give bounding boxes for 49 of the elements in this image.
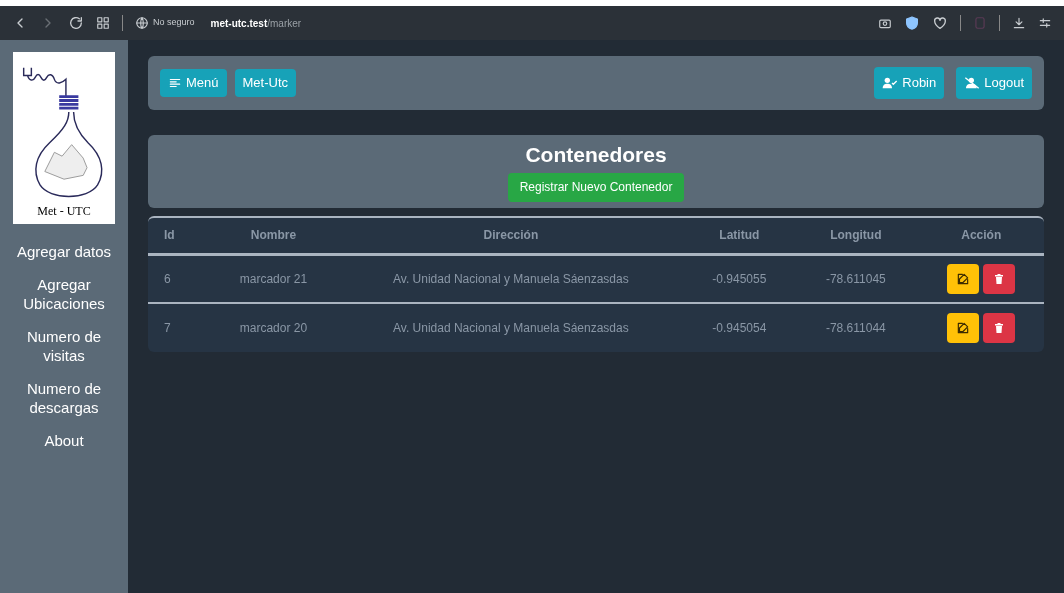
- user-slash-icon: [964, 75, 981, 91]
- sidebar-link[interactable]: About: [8, 431, 120, 450]
- menu-icon: [168, 76, 182, 90]
- shield-icon[interactable]: [904, 15, 920, 31]
- sidebar-link[interactable]: Numero de visitas: [8, 327, 120, 365]
- edit-icon: [956, 271, 971, 286]
- column-header: Nombre: [250, 228, 297, 242]
- settings-icon[interactable]: [1038, 16, 1052, 30]
- reload-icon[interactable]: [68, 15, 84, 31]
- address-bar[interactable]: met-utc.test/marker: [210, 15, 302, 31]
- table-cell: -78.611044: [825, 320, 886, 335]
- sidebar-link[interactable]: Agregar datos: [8, 242, 120, 261]
- logout-button[interactable]: Logout: [956, 67, 1032, 99]
- page-title: Contenedores: [525, 142, 667, 168]
- table-cell: Av. Unidad Nacional y Manuela Sáenzasdas: [393, 271, 629, 286]
- edit-icon: [956, 320, 971, 335]
- delete-button[interactable]: [983, 312, 1016, 343]
- table-cell: -0.945054: [712, 320, 767, 335]
- register-button[interactable]: Registrar Nuevo Contenedor: [507, 172, 685, 202]
- column-header: Id: [164, 228, 175, 242]
- sidebar-link[interactable]: Numero de descargas: [8, 379, 120, 417]
- globe-icon: [135, 16, 149, 30]
- table-cell: -78.611045: [825, 271, 886, 286]
- table-cell: marcador 21: [239, 271, 308, 286]
- table-cell: -0.945055: [712, 271, 767, 286]
- table-cell: marcador 20: [239, 320, 308, 335]
- heart-icon[interactable]: [932, 15, 948, 31]
- camera-icon[interactable]: [878, 16, 892, 30]
- column-header: Dirección: [483, 228, 539, 242]
- column-header: Longitud: [830, 228, 882, 242]
- brand-button[interactable]: Met-Utc: [234, 69, 297, 97]
- user-button[interactable]: Robin: [874, 67, 945, 99]
- sidebar-link[interactable]: Agregar Ubicaciones: [8, 275, 120, 313]
- column-header: Acción: [961, 228, 1002, 242]
- download-icon[interactable]: [1012, 16, 1026, 30]
- menu-button[interactable]: Menú: [160, 69, 227, 97]
- security-label: No seguro: [153, 16, 195, 30]
- edit-button[interactable]: [947, 312, 980, 343]
- table-cell: 6: [164, 271, 171, 286]
- user-check-icon: [882, 75, 899, 91]
- logo-text: Met - UTC: [37, 203, 91, 220]
- trash-icon: [993, 321, 1006, 334]
- table-cell: Av. Unidad Nacional y Manuela Sáenzasdas: [393, 320, 629, 335]
- column-header: Latitud: [719, 228, 760, 242]
- delete-button[interactable]: [983, 263, 1016, 294]
- trash-icon: [993, 272, 1006, 285]
- edit-button[interactable]: [947, 263, 980, 294]
- table-cell: 7: [164, 320, 171, 335]
- grid-icon[interactable]: [96, 16, 110, 30]
